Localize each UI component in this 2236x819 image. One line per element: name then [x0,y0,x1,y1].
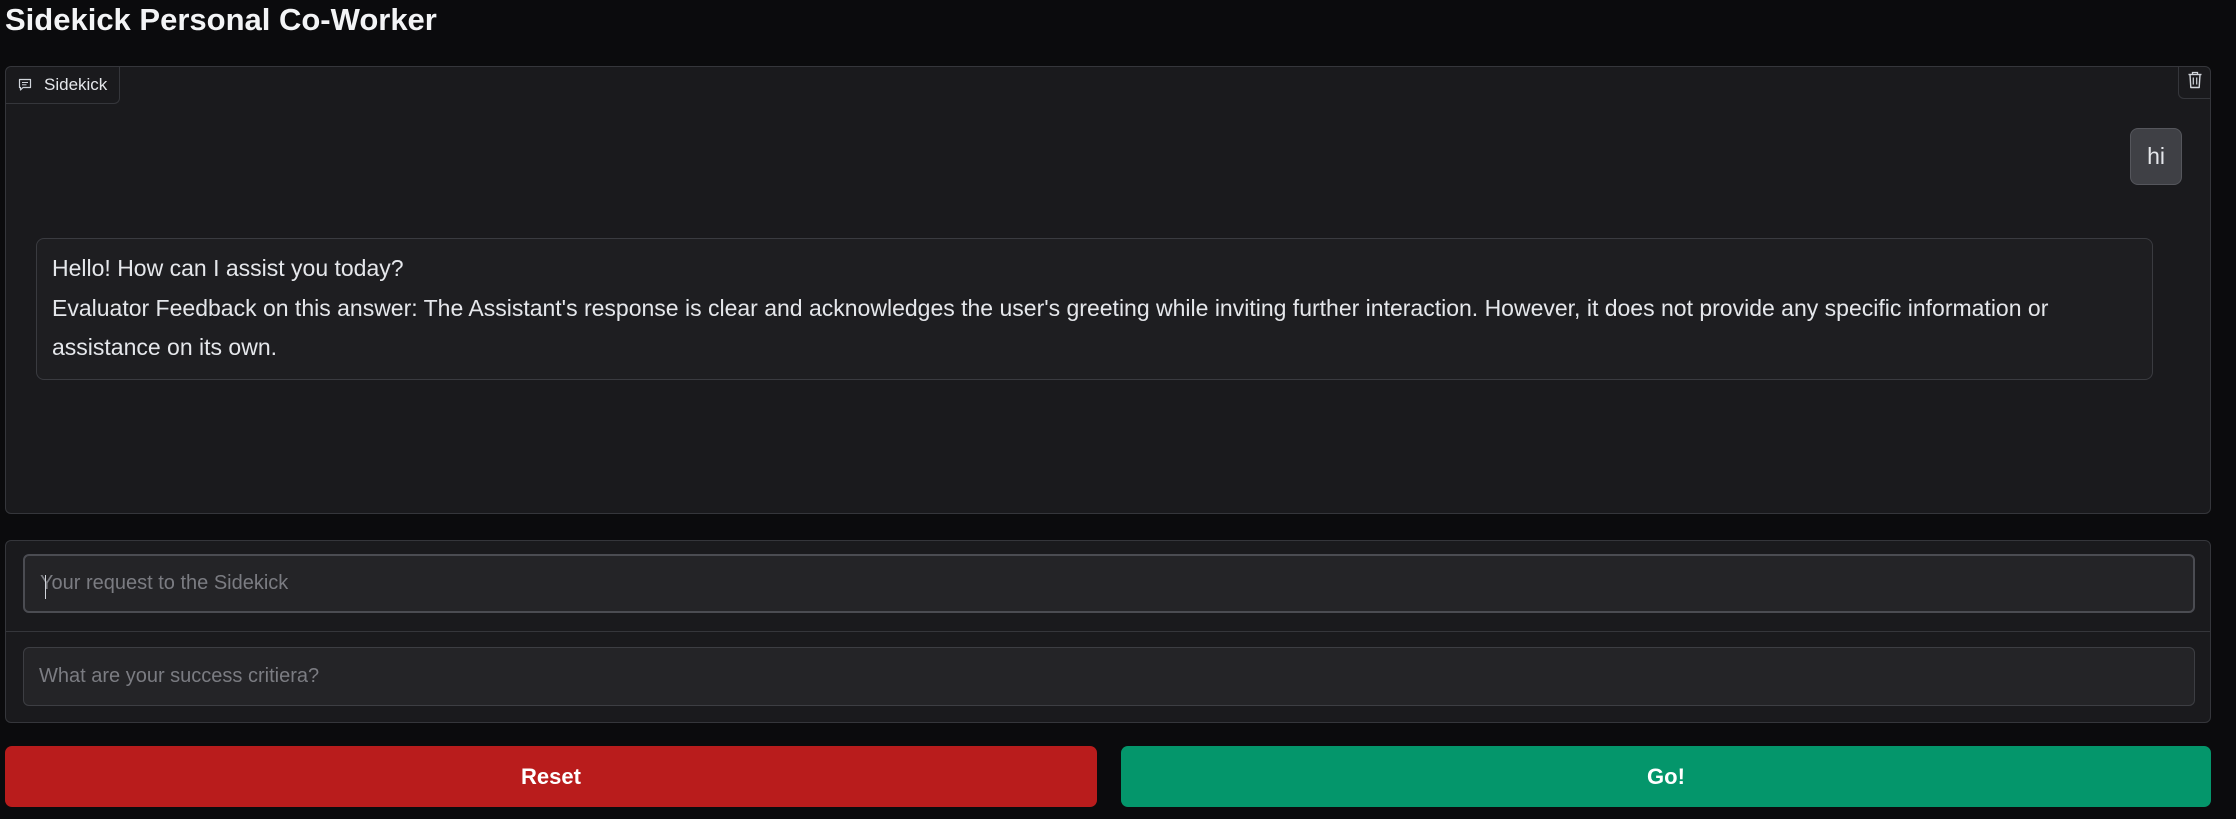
text-caret [45,575,46,599]
chatbot-label-text: Sidekick [44,75,108,94]
chat-bubble-icon [18,78,32,92]
reset-button[interactable]: Reset [5,746,1097,807]
success-criteria-input[interactable] [23,647,2195,706]
user-message: hi [2130,128,2182,185]
assistant-message-text: Hello! How can I assist you today? [52,255,404,281]
inputs-divider [6,631,2210,632]
request-input[interactable] [23,554,2195,613]
chatbot-panel: Sidekick hi Hello! How can I assist you … [5,66,2211,514]
evaluator-feedback-text: Evaluator Feedback on this answer: The A… [52,295,2049,360]
inputs-panel [5,540,2211,723]
chatbot-label: Sidekick [6,67,121,104]
page-title: Sidekick Personal Co-Worker [5,2,437,37]
go-button[interactable]: Go! [1121,746,2211,807]
assistant-message: Hello! How can I assist you today? Evalu… [36,238,2153,380]
trash-icon [2187,71,2203,94]
clear-chat-button[interactable] [2178,67,2210,99]
